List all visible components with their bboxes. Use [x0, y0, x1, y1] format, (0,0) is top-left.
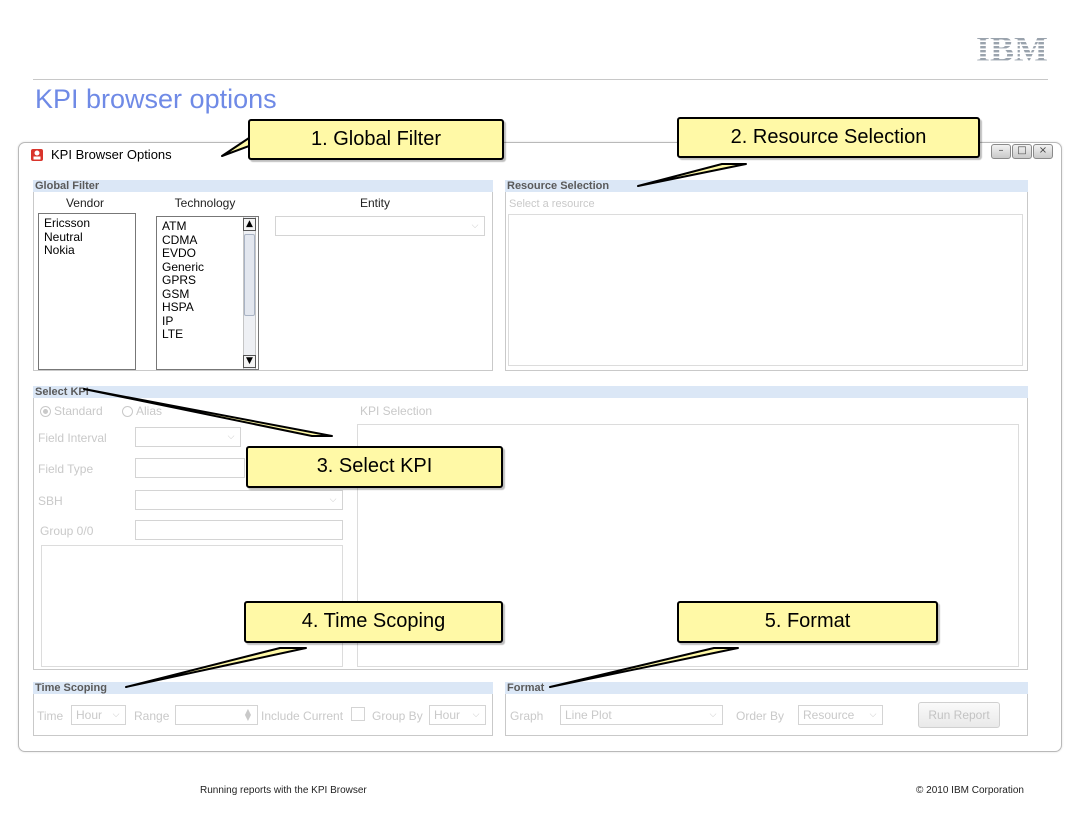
- global-filter-border-bottom: [33, 370, 493, 371]
- global-filter-border-left: [33, 192, 34, 370]
- time-label: Time: [37, 709, 64, 723]
- chevron-down-icon: ⌵: [329, 495, 337, 505]
- scroll-thumb[interactable]: [244, 234, 255, 316]
- format-border-left: [505, 694, 506, 736]
- global-filter-header: Global Filter: [33, 180, 493, 192]
- window-title: KPI Browser Options: [51, 147, 172, 162]
- ibm-logo: IBM: [976, 30, 1048, 66]
- list-item[interactable]: CDMA: [162, 233, 253, 248]
- svg-text:IBM: IBM: [976, 30, 1048, 66]
- graph-select[interactable]: Line Plot ⌵: [560, 705, 723, 725]
- range-spinner[interactable]: ▲ ▼: [175, 705, 258, 725]
- chevron-down-icon: ⌵: [709, 710, 717, 720]
- resource-tree[interactable]: [508, 214, 1023, 366]
- list-item[interactable]: ATM: [162, 219, 253, 234]
- list-item[interactable]: Ericsson: [44, 216, 130, 231]
- standard-radio[interactable]: [40, 406, 51, 417]
- list-item[interactable]: GPRS: [162, 273, 253, 288]
- select-kpi-header: Select KPI: [33, 386, 1028, 398]
- technology-label: Technology: [174, 196, 236, 210]
- group-field[interactable]: [135, 520, 343, 540]
- footer-right: © 2010 IBM Corporation: [916, 785, 1024, 796]
- list-item[interactable]: IP: [162, 314, 253, 329]
- list-item[interactable]: HSPA: [162, 300, 253, 315]
- group-by-label: Group By: [372, 709, 423, 723]
- field-type-label: Field Type: [38, 462, 94, 476]
- include-current-checkbox[interactable]: [351, 707, 365, 721]
- alias-radio[interactable]: [122, 406, 133, 417]
- global-filter-border-right: [492, 192, 493, 370]
- resource-border-left: [505, 192, 506, 370]
- group-label: Group 0/0: [40, 524, 94, 538]
- maximize-button[interactable]: □: [1012, 144, 1032, 159]
- resource-selection-header: Resource Selection: [505, 180, 1028, 192]
- standard-radio-label: Standard: [54, 404, 103, 418]
- footer-left: Running reports with the KPI Browser: [200, 785, 367, 796]
- list-item[interactable]: EVDO: [162, 246, 253, 261]
- callout-global-filter: 1. Global Filter: [248, 119, 504, 160]
- select-kpi-border-left: [33, 398, 34, 670]
- group-by-value: Hour: [434, 708, 461, 722]
- vendor-list[interactable]: Ericsson Neutral Nokia: [38, 213, 136, 370]
- scroll-down-icon[interactable]: ▼: [243, 355, 256, 368]
- resource-prompt: Select a resource: [509, 198, 595, 210]
- format-header: Format: [505, 682, 1028, 694]
- callout-time-scoping: 4. Time Scoping: [244, 601, 503, 643]
- slide-title: KPI browser options: [35, 84, 277, 114]
- select-kpi-border-bottom: [33, 669, 1028, 670]
- chevron-down-icon: ⌵: [112, 710, 120, 720]
- sbh-select[interactable]: ⌵: [135, 490, 343, 510]
- list-item[interactable]: LTE: [162, 327, 253, 342]
- resource-border-right: [1027, 192, 1028, 370]
- chevron-down-icon: ⌵: [869, 710, 877, 720]
- range-label: Range: [134, 709, 170, 723]
- kpi-selection-label: KPI Selection: [360, 404, 433, 418]
- time-scoping-header: Time Scoping: [33, 682, 493, 694]
- callout-select-kpi: 3. Select KPI: [246, 446, 503, 488]
- format-border-bottom: [505, 735, 1028, 736]
- field-interval-select[interactable]: ⌵: [135, 427, 241, 447]
- chevron-down-icon: ⌵: [471, 221, 479, 231]
- resource-border-bottom: [505, 370, 1028, 371]
- time-scoping-border-left: [33, 694, 34, 736]
- format-border-right: [1027, 694, 1028, 736]
- run-report-button[interactable]: Run Report: [918, 702, 1000, 728]
- spinner-arrows-icon: ▲ ▼: [244, 707, 252, 722]
- time-select[interactable]: Hour ⌵: [71, 705, 126, 725]
- sbh-label: SBH: [38, 494, 63, 508]
- field-interval-label: Field Interval: [38, 431, 107, 445]
- list-item[interactable]: Neutral: [44, 230, 130, 245]
- list-item[interactable]: Generic: [162, 260, 253, 275]
- header-divider: [33, 79, 1048, 80]
- order-by-value: Resource: [803, 708, 855, 722]
- time-scoping-border-right: [492, 694, 493, 736]
- time-scoping-border-bottom: [33, 735, 493, 736]
- list-item[interactable]: Nokia: [44, 243, 130, 258]
- graph-label: Graph: [510, 709, 544, 723]
- field-type-select[interactable]: [135, 458, 245, 478]
- scroll-up-icon[interactable]: ▲: [243, 218, 256, 231]
- minimize-button[interactable]: –: [991, 144, 1011, 159]
- order-by-label: Order By: [736, 709, 785, 723]
- app-icon: [31, 149, 43, 161]
- entity-select[interactable]: ⌵: [275, 216, 485, 236]
- list-item[interactable]: GSM: [162, 287, 253, 302]
- entity-label: Entity: [359, 196, 390, 210]
- close-button[interactable]: ×: [1033, 144, 1053, 159]
- chevron-down-icon: ⌵: [227, 432, 235, 442]
- chevron-down-icon: ⌵: [472, 710, 480, 720]
- callout-format: 5. Format: [677, 601, 938, 643]
- group-by-select[interactable]: Hour ⌵: [429, 705, 486, 725]
- graph-value: Line Plot: [565, 708, 612, 722]
- include-current-label: Include Current: [261, 709, 344, 723]
- callout-resource-selection: 2. Resource Selection: [677, 117, 980, 158]
- order-by-select[interactable]: Resource ⌵: [798, 705, 883, 725]
- vendor-label: Vendor: [65, 196, 105, 210]
- time-value: Hour: [76, 708, 103, 722]
- select-kpi-border-right: [1027, 398, 1028, 670]
- alias-radio-label: Alias: [136, 404, 163, 418]
